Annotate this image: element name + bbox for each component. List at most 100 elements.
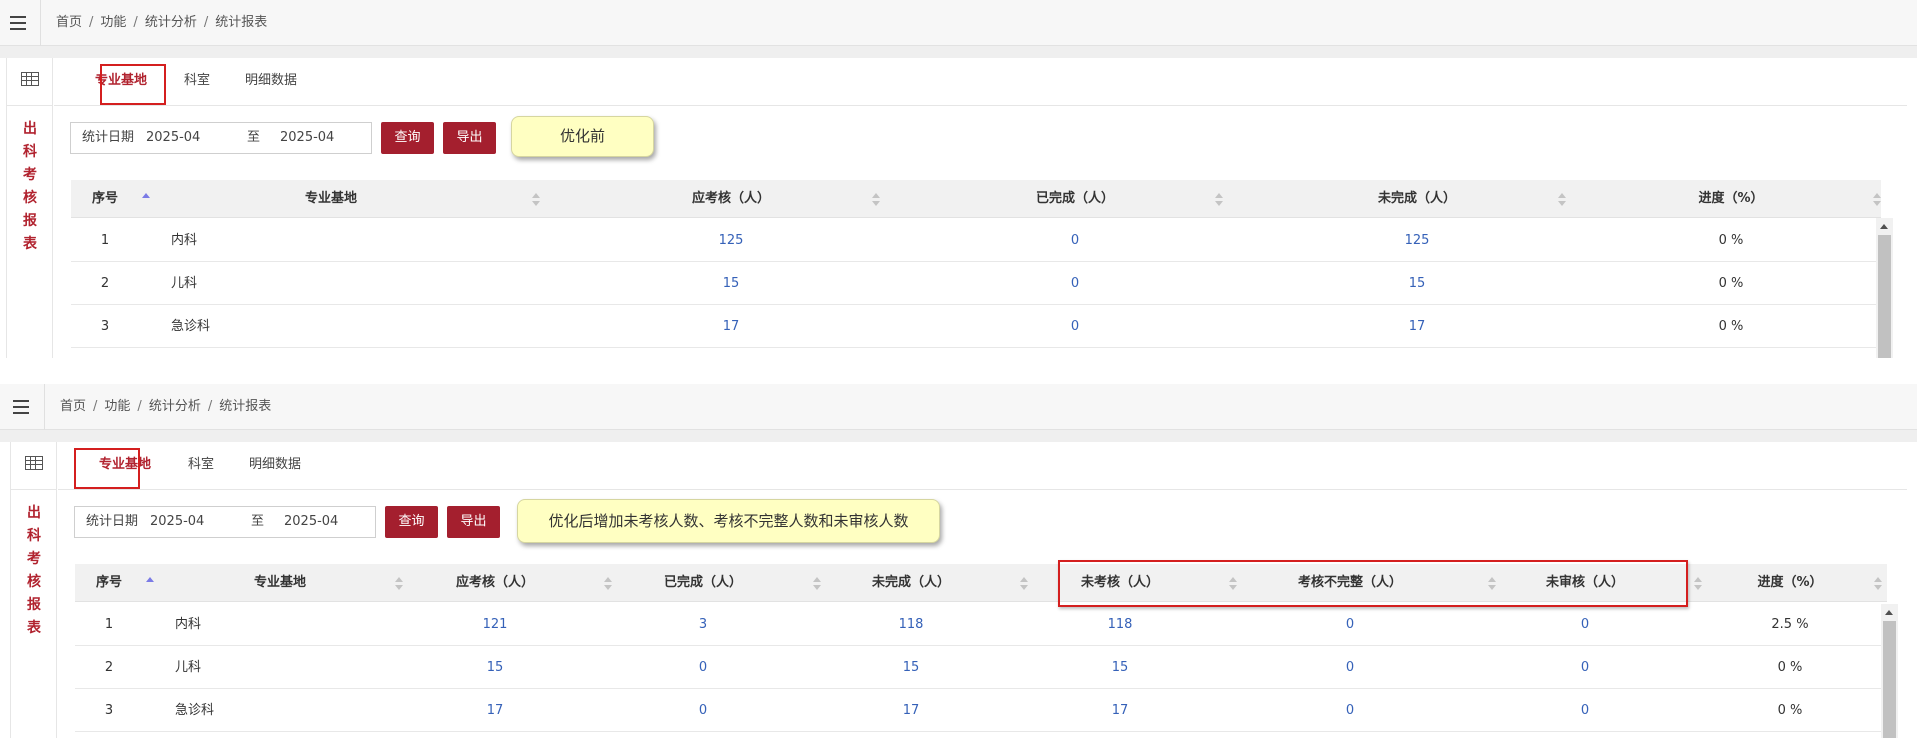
after-screen: 首页 / 功能 / 统计分析 / 统计报表 出科考核报表 专业基地 科室 明细数据 统计日期… xyxy=(0,384,1917,738)
table-row: 2 儿科 15 0 15 15 0 0 0 % xyxy=(75,646,1887,689)
cell-undone[interactable]: 15 xyxy=(1367,262,1467,305)
cell-unreviewed[interactable]: 0 xyxy=(1530,646,1640,689)
cell-undone[interactable]: 17 xyxy=(856,689,966,732)
date-to[interactable]: 2025-04 xyxy=(284,507,338,537)
breadcrumb-function[interactable]: 功能 xyxy=(104,399,130,414)
sort-arrows-icon[interactable] xyxy=(141,180,150,218)
export-button[interactable]: 导出 xyxy=(443,122,496,154)
col-progress[interactable]: 进度（%） xyxy=(1735,564,1845,602)
col-should[interactable]: 应考核（人） xyxy=(681,180,781,218)
query-button[interactable]: 查询 xyxy=(385,506,438,538)
cell-unreviewed[interactable]: 0 xyxy=(1530,689,1640,732)
cell-done[interactable]: 0 xyxy=(648,646,758,689)
breadcrumb-current: 统计报表 xyxy=(219,399,272,414)
export-button[interactable]: 导出 xyxy=(447,506,500,538)
cell-done[interactable]: 3 xyxy=(648,603,758,646)
date-to[interactable]: 2025-04 xyxy=(280,123,334,153)
sort-arrows-icon[interactable] xyxy=(531,180,540,218)
col-base[interactable]: 专业基地 xyxy=(230,564,330,602)
col-progress[interactable]: 进度（%） xyxy=(1681,180,1781,218)
date-range-field[interactable]: 统计日期 2025-04 至 2025-04 xyxy=(74,506,376,538)
cell-incomplete[interactable]: 0 xyxy=(1275,603,1425,646)
sort-arrows-icon[interactable] xyxy=(1019,564,1028,602)
breadcrumb-stats[interactable]: 统计分析 xyxy=(149,399,201,414)
sort-arrows-icon[interactable] xyxy=(812,564,821,602)
query-button[interactable]: 查询 xyxy=(381,122,434,154)
cell-done[interactable]: 0 xyxy=(1025,262,1125,305)
col-undone[interactable]: 未完成（人） xyxy=(856,564,966,602)
scroll-thumb[interactable] xyxy=(1883,621,1896,738)
cell-index: 2 xyxy=(104,660,114,675)
breadcrumb: 首页 / 功能 / 统计分析 / 统计报表 xyxy=(60,399,272,414)
tab-department[interactable]: 科室 xyxy=(184,58,210,106)
cell-incomplete[interactable]: 0 xyxy=(1275,689,1425,732)
sort-arrows-icon[interactable] xyxy=(1873,564,1882,602)
top-bar: 首页 / 功能 / 统计分析 / 统计报表 xyxy=(0,384,1917,430)
cell-undone[interactable]: 15 xyxy=(856,646,966,689)
col-should[interactable]: 应考核（人） xyxy=(440,564,550,602)
breadcrumb-function[interactable]: 功能 xyxy=(100,15,126,30)
tab-department[interactable]: 科室 xyxy=(188,442,214,490)
cell-not-examined[interactable]: 118 xyxy=(1065,603,1175,646)
cell-should[interactable]: 17 xyxy=(440,689,550,732)
date-from[interactable]: 2025-04 xyxy=(146,123,200,153)
cell-undone[interactable]: 125 xyxy=(1367,219,1467,262)
cell-undone[interactable]: 17 xyxy=(1367,305,1467,348)
hamburger-menu-icon[interactable] xyxy=(3,384,39,430)
breadcrumb-home[interactable]: 首页 xyxy=(56,15,82,30)
sort-arrows-icon[interactable] xyxy=(394,564,403,602)
sort-arrows-icon[interactable] xyxy=(871,180,880,218)
scroll-up-icon[interactable] xyxy=(1881,604,1898,621)
cell-progress: 0 % xyxy=(1718,319,1744,334)
tab-detail-data[interactable]: 明细数据 xyxy=(249,442,301,490)
table-row: 1 内科 125 0 125 0 % xyxy=(71,219,1881,262)
cell-should[interactable]: 125 xyxy=(681,219,781,262)
cell-undone[interactable]: 118 xyxy=(856,603,966,646)
col-base[interactable]: 专业基地 xyxy=(281,180,381,218)
col-undone[interactable]: 未完成（人） xyxy=(1367,180,1467,218)
cell-base: 儿科 xyxy=(175,660,202,675)
scroll-up-icon[interactable] xyxy=(1876,218,1893,235)
cell-progress: 2.5 % xyxy=(1771,617,1809,632)
breadcrumb: 首页 / 功能 / 统计分析 / 统计报表 xyxy=(56,15,268,30)
table-row: 2 儿科 15 0 15 0 % xyxy=(71,262,1881,305)
hamburger-menu-icon[interactable] xyxy=(0,0,36,46)
cell-index: 2 xyxy=(100,276,110,291)
sub-bar xyxy=(0,46,1917,58)
cell-should[interactable]: 121 xyxy=(440,603,550,646)
sort-arrows-icon[interactable] xyxy=(1872,180,1881,218)
cell-unreviewed[interactable]: 0 xyxy=(1530,603,1640,646)
tab-detail-data[interactable]: 明细数据 xyxy=(245,58,297,106)
sort-arrows-icon[interactable] xyxy=(1557,180,1566,218)
breadcrumb-stats[interactable]: 统计分析 xyxy=(145,15,197,30)
cell-done[interactable]: 0 xyxy=(648,689,758,732)
cell-done[interactable]: 0 xyxy=(1025,219,1125,262)
vertical-scrollbar[interactable] xyxy=(1881,604,1898,738)
col-done[interactable]: 已完成（人） xyxy=(1025,180,1125,218)
sort-arrows-icon[interactable] xyxy=(1693,564,1702,602)
breadcrumb-home[interactable]: 首页 xyxy=(60,399,86,414)
cell-incomplete[interactable]: 0 xyxy=(1275,646,1425,689)
cell-should[interactable]: 17 xyxy=(681,305,781,348)
table-row: 3 急诊科 17 0 17 0 % xyxy=(71,305,1881,348)
sort-arrows-icon[interactable] xyxy=(603,564,612,602)
col-done[interactable]: 已完成（人） xyxy=(648,564,758,602)
report-body: 出科考核报表 专业基地 科室 明细数据 统计日期 2025-04 至 2025-… xyxy=(10,442,1917,738)
sort-arrows-icon[interactable] xyxy=(145,564,154,602)
cell-progress: 0 % xyxy=(1718,276,1744,291)
date-range-field[interactable]: 统计日期 2025-04 至 2025-04 xyxy=(70,122,372,154)
col-index[interactable]: 序号 xyxy=(81,180,129,218)
date-from[interactable]: 2025-04 xyxy=(150,507,204,537)
scroll-thumb[interactable] xyxy=(1878,235,1891,358)
panel-gap xyxy=(0,358,1917,384)
cell-should[interactable]: 15 xyxy=(681,262,781,305)
cell-not-examined[interactable]: 15 xyxy=(1065,646,1175,689)
cell-not-examined[interactable]: 17 xyxy=(1065,689,1175,732)
tab-bar: 专业基地 科室 明细数据 xyxy=(54,58,1907,106)
cell-done[interactable]: 0 xyxy=(1025,305,1125,348)
sort-arrows-icon[interactable] xyxy=(1214,180,1223,218)
cell-should[interactable]: 15 xyxy=(440,646,550,689)
vertical-scrollbar[interactable] xyxy=(1876,218,1893,358)
col-index[interactable]: 序号 xyxy=(85,564,133,602)
cell-base: 儿科 xyxy=(171,276,198,291)
